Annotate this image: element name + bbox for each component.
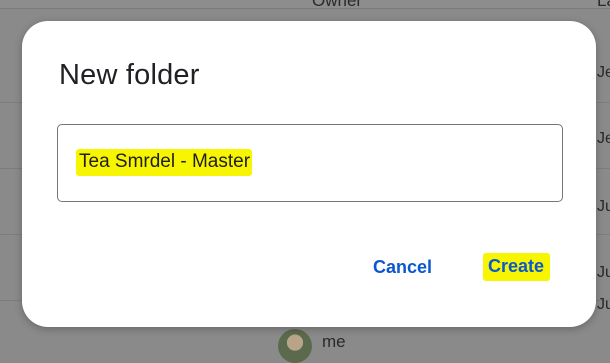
row-date-fragment: Je: [597, 64, 610, 81]
folder-name-input[interactable]: Tea Smrdel - Master: [57, 124, 563, 202]
avatar: [278, 329, 312, 363]
create-button[interactable]: Create: [483, 253, 551, 281]
owner-name: me: [322, 332, 346, 351]
list-header: Owner La: [0, 0, 610, 10]
dialog-title: New folder: [59, 59, 200, 91]
row-date-fragment: Ju: [597, 296, 610, 313]
last-modified-column-header: La: [597, 0, 610, 10]
owner-column-header: Owner: [312, 0, 363, 10]
cancel-button[interactable]: Cancel: [373, 257, 432, 278]
folder-name-value: Tea Smrdel - Master: [76, 149, 253, 176]
row-date-fragment: Ju: [597, 264, 610, 281]
new-folder-dialog: New folder Tea Smrdel - Master Cancel Cr…: [22, 21, 596, 327]
row-date-fragment: Je: [597, 130, 610, 147]
row-date-fragment: Ju: [597, 198, 610, 215]
